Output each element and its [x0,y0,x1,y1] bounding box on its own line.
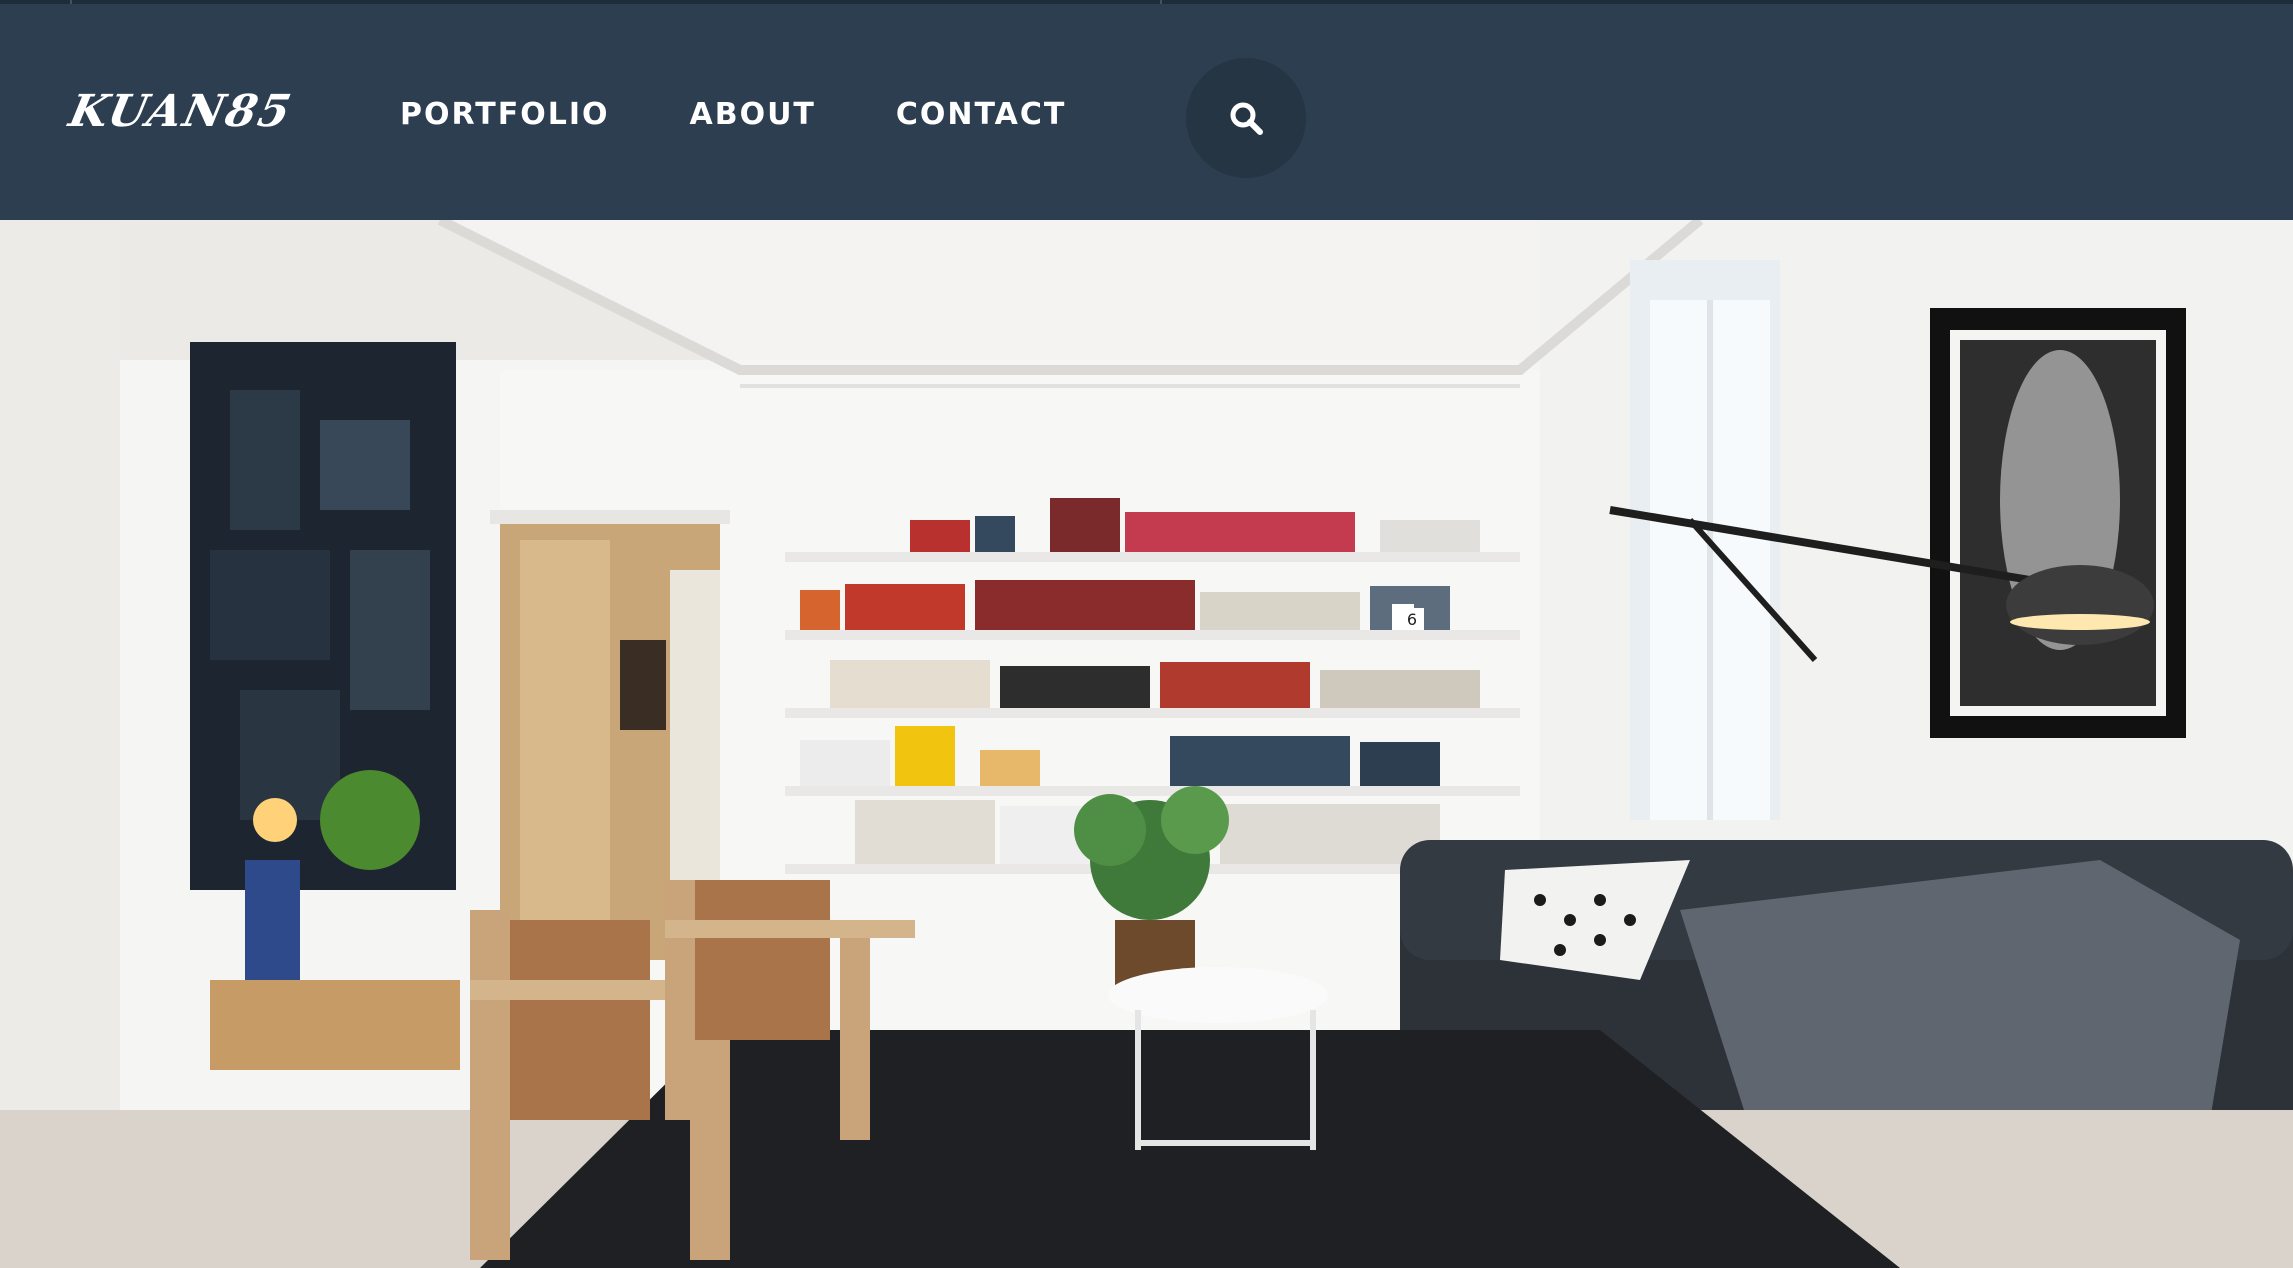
nav-about-link[interactable]: ABOUT [689,97,815,132]
hero-image: 6 [0,220,2293,1268]
nav-portfolio-link[interactable]: PORTFOLIO [400,97,609,132]
living-room-photo: 6 [0,220,2293,1268]
search-button[interactable] [1186,58,1306,178]
site-logo[interactable]: KUAN85 [64,82,298,142]
main-nav: PORTFOLIO ABOUT CONTACT [400,86,1146,142]
search-icon [1230,102,1263,135]
shelf-tag: 6 [1407,610,1417,629]
nav-contact-link[interactable]: CONTACT [896,97,1066,132]
navbar: KUAN85 PORTFOLIO ABOUT CONTACT [0,4,2293,220]
